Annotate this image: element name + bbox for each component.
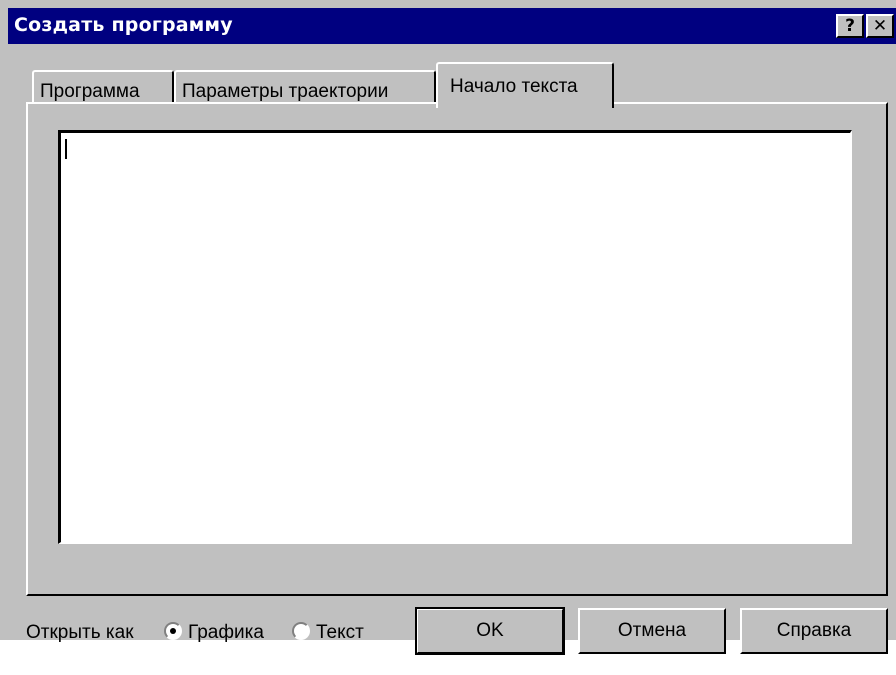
radio-graphics-label[interactable]: Графика bbox=[188, 622, 264, 644]
window-title: Создать программу bbox=[14, 14, 233, 36]
tab-text-start[interactable]: Начало текста bbox=[436, 62, 614, 108]
tab-panel bbox=[26, 102, 888, 596]
tab-program-label: Программа bbox=[40, 81, 140, 102]
create-program-dialog: Создать программу ? ✕ Программа Параметр… bbox=[0, 0, 896, 655]
text-start-editor[interactable] bbox=[58, 130, 852, 544]
tab-trajectory-params-label: Параметры траектории bbox=[182, 81, 389, 102]
radio-graphics[interactable] bbox=[164, 622, 182, 640]
tab-program[interactable]: Программа bbox=[32, 70, 174, 104]
open-as-label: Открыть как bbox=[26, 622, 134, 643]
close-button[interactable]: ✕ bbox=[866, 14, 894, 38]
help-dialog-button[interactable]: Справка bbox=[740, 608, 888, 654]
text-caret bbox=[65, 139, 67, 159]
radio-text[interactable] bbox=[292, 622, 310, 640]
title-bar[interactable]: Создать программу ? ✕ bbox=[8, 8, 896, 44]
ok-button[interactable]: OK bbox=[415, 607, 565, 655]
radio-graphics-dot bbox=[170, 628, 176, 634]
radio-text-label[interactable]: Текст bbox=[316, 622, 364, 644]
tab-text-start-label: Начало текста bbox=[450, 76, 578, 97]
tab-trajectory-params[interactable]: Параметры траектории bbox=[174, 70, 436, 104]
cancel-button[interactable]: Отмена bbox=[578, 608, 726, 654]
help-button[interactable]: ? bbox=[836, 14, 864, 38]
